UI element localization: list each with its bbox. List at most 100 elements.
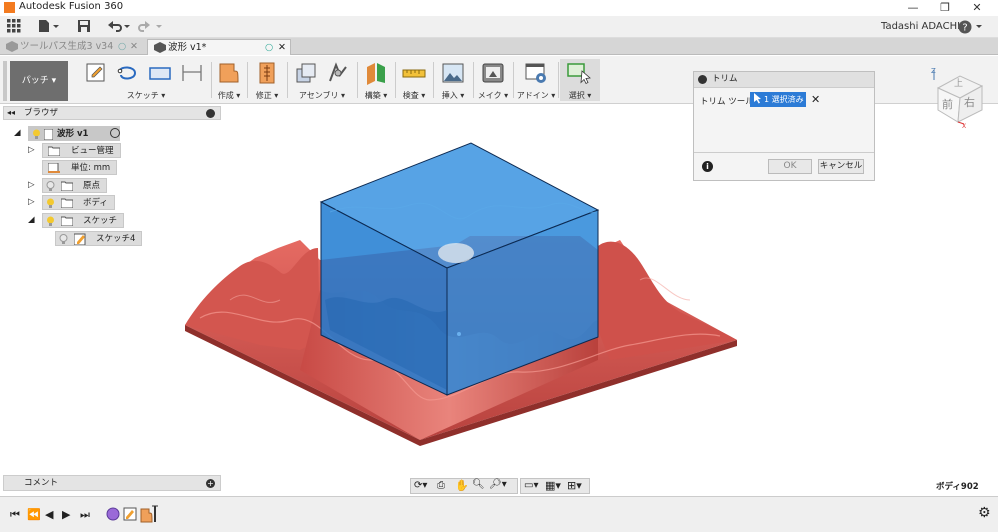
zoom-icon[interactable]: 🔍︎	[472, 479, 485, 490]
browser-panel-header[interactable]: ◂◂ ブラウザ	[3, 106, 221, 120]
dialog-collapse-icon[interactable]	[698, 75, 707, 84]
insert-group[interactable]: 挿入 ▾	[436, 59, 470, 101]
assembly-group[interactable]: アセンブリ ▾	[290, 59, 354, 101]
orbit-icon[interactable]: ⟳▾	[414, 480, 427, 491]
tree-item-origin[interactable]: ▷ 原点	[28, 178, 148, 193]
select-icon[interactable]	[566, 61, 591, 85]
undo-icon[interactable]	[106, 19, 132, 35]
select-group[interactable]: 選択 ▾	[560, 59, 600, 101]
arc-icon[interactable]	[116, 61, 140, 85]
visibility-bulb-icon[interactable]	[46, 216, 55, 233]
comments-panel[interactable]: コメント +	[3, 475, 221, 491]
help-icon[interactable]: ?	[958, 20, 986, 36]
modify-icon[interactable]	[255, 61, 279, 85]
timeline-body-feature-icon[interactable]	[106, 507, 120, 524]
dialog-header[interactable]: トリム	[694, 72, 874, 88]
timeline-play-icon[interactable]: ▶	[62, 508, 70, 521]
construct-plane-icon[interactable]	[364, 61, 388, 85]
inspect-group[interactable]: 検査 ▾	[398, 59, 430, 101]
inspect-label: 検査 ▾	[402, 91, 426, 100]
expand-triangle-icon[interactable]: ▷	[28, 143, 35, 158]
timeline-patch-feature-icon[interactable]	[140, 505, 162, 526]
grid-settings-icon[interactable]: ▦▾	[545, 479, 561, 492]
timeline-sketch-feature-icon[interactable]	[123, 507, 137, 524]
save-icon[interactable]	[77, 19, 91, 35]
tree-item-view[interactable]: ▷ ビュー管理	[28, 143, 148, 158]
add-comment-icon[interactable]: +	[206, 479, 215, 488]
clear-selection-icon[interactable]: ✕	[811, 93, 820, 106]
minimize-button[interactable]: —	[898, 0, 928, 16]
root-label: 波形 v1	[57, 129, 89, 139]
expand-triangle-icon[interactable]: ▷	[28, 195, 35, 210]
document-tabs: ツールパス生成3 v34 ○ ✕ 波形 v1* ○ ✕	[0, 38, 998, 55]
svg-text:X: X	[962, 123, 966, 130]
info-icon[interactable]: i	[702, 161, 713, 172]
pan-icon[interactable]: ✋	[455, 479, 469, 492]
new-component-icon[interactable]	[294, 61, 318, 85]
restore-button[interactable]: ❐	[930, 0, 960, 16]
trim-tool-selection[interactable]: 1 選択済み	[750, 92, 806, 107]
dimension-icon[interactable]	[180, 61, 204, 85]
visibility-bulb-icon[interactable]	[59, 234, 68, 251]
view-cube-top[interactable]: 上	[954, 76, 963, 89]
file-menu-icon[interactable]	[38, 19, 60, 35]
tree-item-sketches[interactable]: ◢ スケッチ	[28, 213, 148, 228]
sketch-group[interactable]: スケッチ ▾	[82, 59, 210, 101]
tree-item-units[interactable]: 単位: mm	[42, 160, 162, 175]
view-cube-front[interactable]: 前	[942, 96, 953, 112]
component-icon	[6, 41, 18, 57]
panel-options-icon[interactable]	[206, 109, 215, 118]
tab-close-icon[interactable]: ✕	[130, 39, 138, 54]
create-group[interactable]: 作成 ▾	[214, 59, 244, 101]
ok-button[interactable]: OK	[768, 159, 812, 174]
tree-root[interactable]: ◢ 波形 v1	[14, 126, 134, 141]
timeline-prev-icon[interactable]: ⏪	[27, 508, 41, 521]
tree-item-bodies[interactable]: ▷ ボディ	[28, 195, 148, 210]
timeline-settings-icon[interactable]: ⚙	[978, 505, 991, 521]
close-window-button[interactable]: ✕	[962, 0, 992, 16]
patch-create-icon[interactable]	[217, 61, 241, 85]
scripts-addins-icon[interactable]	[524, 61, 548, 85]
tab-close-icon[interactable]: ✕	[278, 40, 286, 55]
timeline-back-icon[interactable]: ◀	[45, 508, 53, 521]
expand-triangle-icon[interactable]: ▷	[28, 178, 35, 193]
tree-item-sketch4[interactable]: スケッチ4	[55, 231, 175, 246]
look-at-icon[interactable]: ⎙	[437, 480, 445, 491]
tab-wave[interactable]: 波形 v1* ○ ✕	[147, 39, 291, 55]
workspace-switcher[interactable]: パッチ ▾	[10, 61, 68, 101]
rectangle-icon[interactable]	[148, 61, 172, 85]
joint-icon[interactable]	[326, 61, 350, 85]
activate-radio[interactable]	[110, 128, 120, 138]
collapse-triangle-icon[interactable]: ◢	[14, 126, 21, 141]
cancel-button[interactable]: キャンセル	[818, 159, 864, 174]
measure-icon[interactable]	[402, 61, 426, 85]
collapse-triangle-icon[interactable]: ◢	[28, 213, 35, 228]
user-menu[interactable]: Tadashi ADACHI	[881, 21, 960, 32]
make-group[interactable]: メイク ▾	[476, 59, 510, 101]
timeline-start-icon[interactable]: ⏮	[10, 508, 20, 522]
fit-icon[interactable]: 🔎︎▾	[489, 479, 507, 490]
tab-toolpath[interactable]: ツールパス生成3 v34 ○ ✕	[0, 39, 145, 55]
create-sketch-icon[interactable]	[84, 61, 108, 85]
folder-icon	[60, 198, 74, 214]
dialog-divider	[694, 152, 874, 153]
viewports-icon[interactable]: ⊞▾	[567, 479, 582, 492]
redo-icon[interactable]	[138, 19, 164, 35]
view-cube[interactable]: Z X 上 前 右	[928, 66, 988, 130]
construct-group[interactable]: 構築 ▾	[360, 59, 392, 101]
view-cube-right[interactable]: 右	[964, 94, 975, 110]
app-grid-icon[interactable]	[7, 19, 21, 35]
display-settings-icon[interactable]: ▭▾	[524, 480, 538, 491]
insert-image-icon[interactable]	[441, 61, 465, 85]
3d-print-icon[interactable]	[481, 61, 505, 85]
separator	[433, 62, 434, 98]
workspace-label: パッチ	[21, 76, 49, 86]
addins-group[interactable]: アドイン ▾	[516, 59, 556, 101]
modify-group[interactable]: 修正 ▾	[250, 59, 284, 101]
collapse-panel-icon[interactable]: ◂◂	[7, 108, 15, 117]
separator	[211, 62, 212, 98]
modify-label: 修正 ▾	[255, 91, 279, 100]
trim-tool-label: トリム ツール	[700, 97, 754, 107]
timeline-end-icon[interactable]: ⏭	[80, 508, 90, 522]
dialog-title: トリム	[712, 74, 738, 84]
